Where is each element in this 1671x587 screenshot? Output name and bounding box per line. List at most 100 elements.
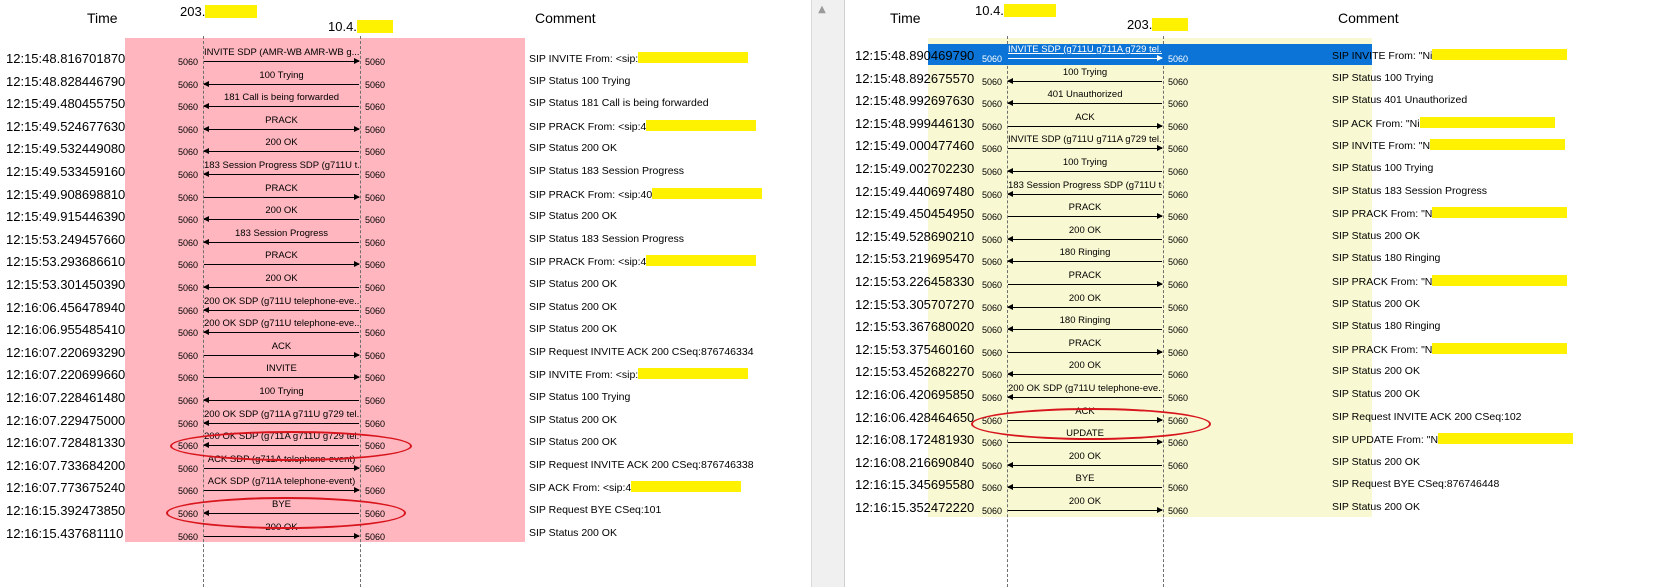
sip-message-label[interactable]: 180 Ringing <box>1008 315 1162 326</box>
endpoint-address-text: 203. <box>1127 17 1153 32</box>
flow-row[interactable]: 12:16:08.172481930 5060 5060 UPDATE SIP UPDA… <box>845 428 1671 452</box>
flow-row[interactable]: 12:16:15.352472220 5060 5060 200 OK SIP Stat… <box>845 496 1671 520</box>
sip-message-label[interactable]: PRACK <box>204 183 359 194</box>
flow-row[interactable]: 12:15:49.000477460 5060 5060 INVITE SDP (g7… <box>845 134 1671 158</box>
redaction-mark <box>646 119 757 131</box>
flow-row[interactable]: 12:16:08.216690840 5060 5060 200 OK SIP Stat… <box>845 451 1671 475</box>
right-comment-header[interactable]: Comment <box>1338 10 1399 26</box>
flow-row[interactable]: 12:15:53.367680020 5060 5060 180 Ringing SIP… <box>845 315 1671 339</box>
row-port-b: 5060 <box>365 215 386 226</box>
sip-message-label[interactable]: 100 Trying <box>1008 67 1162 78</box>
sip-message-label[interactable]: PRACK <box>204 250 359 261</box>
sip-message-label[interactable]: BYE <box>204 499 359 510</box>
flow-row[interactable]: 12:15:49.002702230 5060 5060 100 Trying SIP … <box>845 157 1671 181</box>
sip-message-label[interactable]: 200 OK SDP (g711U telephone-eve... <box>204 318 359 329</box>
sip-message-label[interactable]: 200 OK <box>204 137 359 148</box>
flow-row[interactable]: 12:15:48.892675570 5060 5060 100 Trying SIP … <box>845 67 1671 91</box>
sip-message-label[interactable]: 183 Session Progress SDP (g711U tel... <box>1008 180 1162 191</box>
flow-row[interactable]: 12:16:07.773675240 5060 5060 ACK SDP (g711A… <box>0 476 811 500</box>
sip-message-label[interactable]: INVITE SDP (g711U g711A g729 tel... <box>1008 44 1162 55</box>
flow-row[interactable]: 12:15:48.999446130 5060 5060 ACK SIP ACK Fro… <box>845 112 1671 136</box>
flow-row[interactable]: 12:15:49.450454950 5060 5060 PRACK SIP PRACK… <box>845 202 1671 226</box>
flow-row[interactable]: 12:16:15.437681110 5060 5060 200 OK SIP Stat… <box>0 522 811 546</box>
sip-message-label[interactable]: UPDATE <box>1008 428 1162 439</box>
row-time: 12:15:48.992697630 <box>855 93 975 109</box>
flow-row[interactable]: 12:16:15.345695580 5060 5060 BYE SIP Request… <box>845 473 1671 497</box>
left-comment-header[interactable]: Comment <box>535 10 596 26</box>
flow-row[interactable]: 12:16:15.392473850 5060 5060 BYE SIP Request… <box>0 499 811 523</box>
sip-message-label[interactable]: 180 Ringing <box>1008 247 1162 258</box>
sip-message-label[interactable]: 181 Call is being forwarded <box>204 92 359 103</box>
flow-row[interactable]: 12:15:48.816701870 5060 5060 INVITE SDP (AM… <box>0 47 811 71</box>
sip-message-label[interactable]: 200 OK SDP (g711A g711U g729 tel... <box>204 409 359 420</box>
sip-message-label[interactable]: 200 OK <box>1008 225 1162 236</box>
sip-message-label[interactable]: INVITE SDP (g711U g711A g729 tel... <box>1008 134 1162 145</box>
sip-message-label[interactable]: 100 Trying <box>204 70 359 81</box>
flow-row[interactable]: 12:15:49.440697480 5060 5060 183 Session Pr… <box>845 180 1671 204</box>
flow-row[interactable]: 12:15:53.249457660 5060 5060 183 Session Pr… <box>0 228 811 252</box>
flow-row[interactable]: 12:16:07.220693290 5060 5060 ACK SIP Request… <box>0 341 811 365</box>
sip-message-label[interactable]: 200 OK <box>1008 451 1162 462</box>
sip-message-label[interactable]: 183 Session Progress <box>204 228 359 239</box>
flow-row[interactable]: 12:16:07.220699660 5060 5060 INVITE SIP INVI… <box>0 363 811 387</box>
flow-row[interactable]: 12:16:06.955485410 5060 5060 200 OK SDP (g7… <box>0 318 811 342</box>
flow-row[interactable]: 12:15:53.305707270 5060 5060 200 OK SIP Stat… <box>845 293 1671 317</box>
flow-row[interactable]: 12:16:07.728481330 5060 5060 200 OK SDP (g7… <box>0 431 811 455</box>
flow-row[interactable]: 12:15:48.992697630 5060 5060 401 Unauthoriz… <box>845 89 1671 113</box>
sip-message-label[interactable]: PRACK <box>204 115 359 126</box>
sip-message-label[interactable]: 200 OK <box>204 273 359 284</box>
flow-row[interactable]: 12:15:49.480455750 5060 5060 181 Call is be… <box>0 92 811 116</box>
flow-row[interactable]: 12:15:53.375460160 5060 5060 PRACK SIP PRACK… <box>845 338 1671 362</box>
sip-message-label[interactable]: PRACK <box>1008 202 1162 213</box>
flow-row[interactable]: 12:15:48.828446790 5060 5060 100 Trying SIP … <box>0 70 811 94</box>
right-time-header[interactable]: Time <box>890 10 921 26</box>
redaction-mark <box>205 5 258 18</box>
sip-message-label[interactable]: 200 OK SDP (g711A g711U g729 tel... <box>204 431 359 442</box>
sip-message-label[interactable]: 100 Trying <box>204 386 359 397</box>
flow-row[interactable]: 12:16:06.420695850 5060 5060 200 OK SDP (g7… <box>845 383 1671 407</box>
sip-message-label[interactable]: 401 Unauthorized <box>1008 89 1162 100</box>
message-arrow <box>204 58 360 64</box>
flow-row[interactable]: 12:15:53.293686610 5060 5060 PRACK SIP PRACK… <box>0 250 811 274</box>
sip-message-label[interactable]: 183 Session Progress SDP (g711U t... <box>204 160 359 171</box>
flow-row[interactable]: 12:15:53.452682270 5060 5060 200 OK SIP Stat… <box>845 360 1671 384</box>
right-flow-graph-pane: Time Comment 10.4. 203. 12:15:48.890469790 50… <box>845 0 1671 587</box>
flow-row[interactable]: 12:15:49.524677630 5060 5060 PRACK SIP PRACK… <box>0 115 811 139</box>
sip-message-label[interactable]: 200 OK SDP (g711U telephone-eve... <box>204 296 359 307</box>
sip-message-label[interactable]: PRACK <box>1008 270 1162 281</box>
sip-message-label[interactable]: 200 OK <box>204 205 359 216</box>
sip-message-label[interactable]: 100 Trying <box>1008 157 1162 168</box>
flow-row[interactable]: 12:16:07.733684200 5060 5060 ACK SDP (g711A… <box>0 454 811 478</box>
sip-message-label[interactable]: INVITE <box>204 363 359 374</box>
sip-message-label[interactable]: INVITE SDP (AMR-WB AMR-WB g... <box>204 47 359 58</box>
sip-message-label[interactable]: 200 OK <box>1008 496 1162 507</box>
sip-message-label[interactable]: ACK <box>1008 112 1162 123</box>
row-time: 12:16:06.955485410 <box>6 322 126 338</box>
flow-row[interactable]: 12:16:06.456478940 5060 5060 200 OK SDP (g7… <box>0 296 811 320</box>
sip-message-label[interactable]: PRACK <box>1008 338 1162 349</box>
sip-message-label[interactable]: 200 OK <box>1008 293 1162 304</box>
flow-row[interactable]: 12:16:07.228461480 5060 5060 100 Trying SIP … <box>0 386 811 410</box>
flow-row[interactable]: 12:15:49.533459160 5060 5060 183 Session Pr… <box>0 160 811 184</box>
sip-message-label[interactable]: ACK SDP (g711A telephone-event) <box>204 476 359 487</box>
sip-message-label[interactable]: 200 OK SDP (g711U telephone-eve... <box>1008 383 1162 394</box>
flow-row[interactable]: 12:15:48.890469790 5060 5060 INVITE SDP (g7… <box>845 44 1671 68</box>
flow-row[interactable]: 12:16:06.428464650 5060 5060 ACK SIP Request… <box>845 406 1671 430</box>
sip-message-label[interactable]: ACK SDP (g711A telephone-event) <box>204 454 359 465</box>
flow-row[interactable]: 12:15:49.532449080 5060 5060 200 OK SIP Stat… <box>0 137 811 161</box>
sip-message-label[interactable]: 200 OK <box>1008 360 1162 371</box>
flow-row[interactable]: 12:15:53.226458330 5060 5060 PRACK SIP PRACK… <box>845 270 1671 294</box>
left-time-header[interactable]: Time <box>87 10 118 26</box>
flow-row[interactable]: 12:15:49.915446390 5060 5060 200 OK SIP Stat… <box>0 205 811 229</box>
sip-message-label[interactable]: ACK <box>1008 406 1162 417</box>
sip-message-label[interactable]: BYE <box>1008 473 1162 484</box>
flow-row[interactable]: 12:15:49.528690210 5060 5060 200 OK SIP Stat… <box>845 225 1671 249</box>
sip-message-label[interactable]: ACK <box>204 341 359 352</box>
flow-row[interactable]: 12:15:53.301450390 5060 5060 200 OK SIP Stat… <box>0 273 811 297</box>
flow-row[interactable]: 12:15:49.908698810 5060 5060 PRACK SIP PRACK… <box>0 183 811 207</box>
sip-message-label[interactable]: 200 OK <box>204 522 359 533</box>
scroll-up-arrow-icon[interactable]: ▲ <box>812 4 832 18</box>
row-port-b: 5060 <box>1168 415 1189 426</box>
flow-row[interactable]: 12:15:53.219695470 5060 5060 180 Ringing SIP… <box>845 247 1671 271</box>
flow-row[interactable]: 12:16:07.229475000 5060 5060 200 OK SDP (g7… <box>0 409 811 433</box>
